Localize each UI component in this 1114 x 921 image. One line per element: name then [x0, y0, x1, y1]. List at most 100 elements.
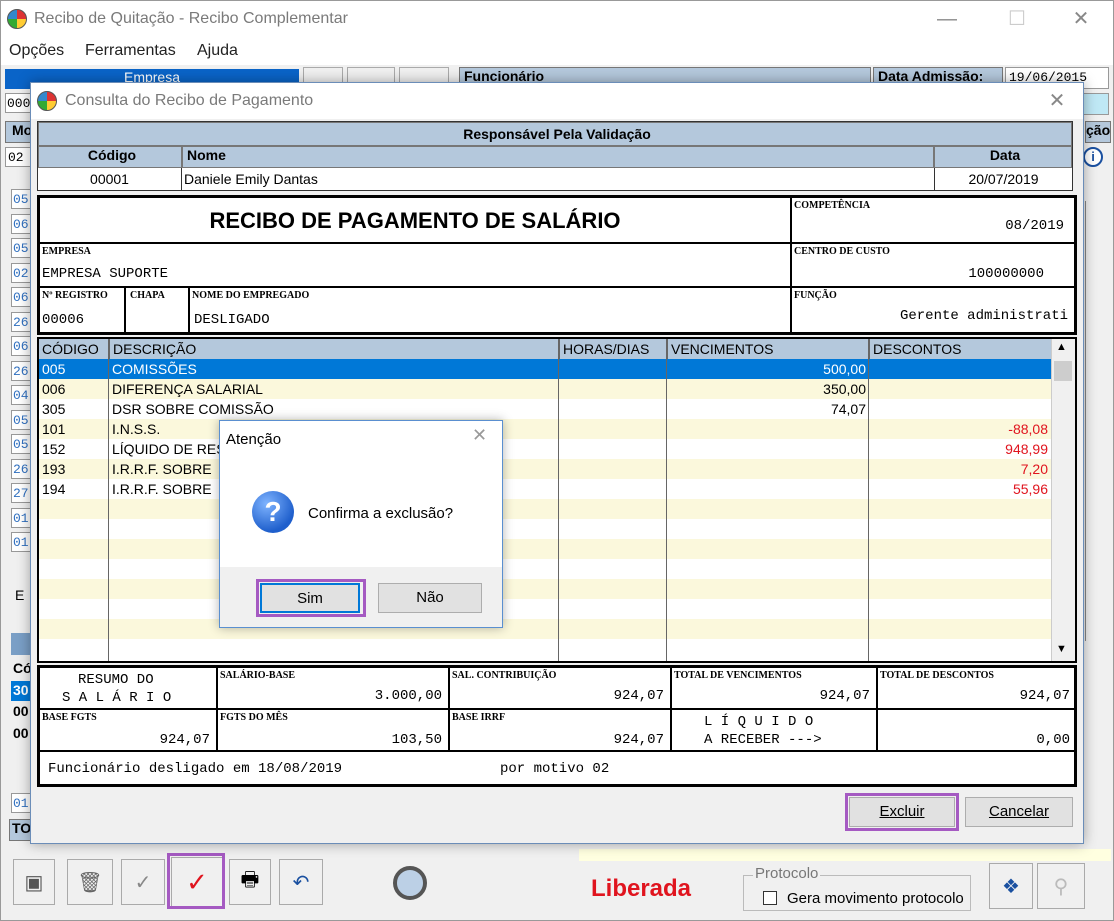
cell-codigo: 005 [42, 361, 66, 377]
save-icon[interactable]: ▣ [13, 859, 55, 905]
recibo-title-cell: RECIBO DE PAGAMENTO DE SALÁRIO [39, 197, 791, 243]
left-code-item[interactable]: 05 [11, 409, 31, 430]
table-row[interactable] [39, 619, 1051, 639]
liquido-label-1: L Í Q U I D O [704, 714, 814, 730]
magnifier-icon[interactable] [385, 859, 435, 907]
cell-descricao: COMISSÕES [112, 361, 197, 377]
grid-header-horas[interactable]: HORAS/DIAS [559, 339, 667, 359]
atencao-message: Confirma a exclusão? [308, 505, 454, 522]
status-liberada: Liberada [591, 875, 692, 902]
left-00b[interactable]: 00 [13, 725, 29, 741]
scroll-thumb[interactable] [1054, 361, 1072, 381]
table-row[interactable]: 006 DIFERENÇA SALARIAL 350,00 [39, 379, 1051, 399]
grid-header-codigo[interactable]: CÓDIGO [39, 339, 109, 359]
table-row[interactable] [39, 639, 1051, 659]
protocolo-label: Protocolo [753, 865, 821, 882]
base-fgts-value: 924,07 [159, 732, 210, 748]
cell-venc [667, 419, 869, 439]
table-row[interactable] [39, 559, 1051, 579]
lancamentos-grid[interactable]: CÓDIGO DESCRIÇÃO HORAS/DIAS VENCIMENTOS … [37, 337, 1077, 663]
table-row[interactable] [39, 499, 1051, 519]
print-icon[interactable]: 🖶 [229, 859, 271, 905]
left-code-item[interactable]: 06 [11, 213, 31, 234]
left-code-item[interactable]: 05 [11, 434, 31, 454]
total-vencimentos-value: 924,07 [819, 688, 870, 704]
gera-movimento-checkbox[interactable] [763, 891, 777, 905]
maximize-icon[interactable]: ☐ [997, 1, 1037, 37]
left-code-item[interactable]: 06 [11, 336, 31, 356]
menu-ferramentas[interactable]: Ferramentas [85, 42, 176, 60]
scroll-up-icon[interactable]: ▲ [1056, 341, 1067, 353]
base-fgts-label: BASE FGTS [42, 712, 97, 723]
left-code-item[interactable]: 01 [11, 532, 31, 552]
nao-button[interactable]: Não [378, 583, 482, 613]
menu-ajuda[interactable]: Ajuda [197, 42, 238, 60]
highlight-check-red [167, 853, 225, 909]
left-code-item[interactable]: 01 [11, 507, 31, 528]
grid-header-row: CÓDIGO DESCRIÇÃO HORAS/DIAS VENCIMENTOS … [39, 339, 1051, 359]
data-col-header: Data [934, 146, 1072, 168]
table-row[interactable] [39, 579, 1051, 599]
nome-empregado-cell: NOME DO EMPREGADO DESLIGADO [189, 287, 791, 333]
grid-header-descontos[interactable]: DESCONTOS [869, 339, 1051, 359]
left-01[interactable]: 01 [11, 793, 31, 813]
close-icon[interactable]: ✕ [1061, 1, 1101, 37]
left-02[interactable]: 02 [5, 147, 31, 167]
table-row[interactable]: 101 I.N.S.S. -88,08 [39, 419, 1051, 439]
left-code-top[interactable]: 000 [5, 93, 31, 113]
diamond-icon[interactable]: ❖ [989, 863, 1033, 909]
check-gray-icon[interactable]: ✓ [121, 859, 165, 905]
grid-scrollbar[interactable]: ▲ ▼ [1051, 339, 1075, 661]
menu-opcoes[interactable]: Opções [9, 42, 64, 60]
left-code-item[interactable]: 26 [11, 360, 31, 381]
table-row[interactable] [39, 519, 1051, 539]
left-mo-header: Mo [5, 121, 31, 143]
search-person-icon[interactable]: ⚲ [1037, 863, 1085, 909]
left-code-item[interactable]: 05 [11, 238, 31, 258]
cell-desc: -88,08 [1008, 421, 1048, 437]
salario-base-value: 3.000,00 [374, 688, 442, 704]
table-row[interactable]: 305 DSR SOBRE COMISSÃO 74,07 [39, 399, 1051, 419]
responsavel-header: Responsável Pela Validação [38, 122, 1072, 146]
left-30[interactable]: 30 [11, 681, 31, 701]
left-code-item[interactable]: 26 [11, 311, 31, 332]
table-row[interactable]: 005 COMISSÕES 500,00 [39, 359, 1051, 379]
cancelar-button[interactable]: Cancelar [965, 797, 1073, 827]
minimize-icon[interactable]: — [927, 1, 967, 37]
funcao-label: FUNÇÃO [794, 290, 837, 301]
scroll-down-icon[interactable]: ▼ [1056, 643, 1067, 655]
resumo-label-1: RESUMO DO [78, 672, 154, 688]
grid-header-vencimentos[interactable]: VENCIMENTOS [667, 339, 869, 359]
left-code-item[interactable]: 06 [11, 287, 31, 307]
left-code-item[interactable]: 04 [11, 385, 31, 405]
codigo-col-header: Código [38, 146, 182, 168]
info-icon[interactable]: i [1083, 147, 1103, 167]
atencao-close-icon[interactable]: ✕ [472, 425, 487, 446]
resumo-label-cell: RESUMO DO S A L Á R I O [39, 667, 217, 709]
table-row[interactable] [39, 599, 1051, 619]
base-irrf-value: 924,07 [613, 732, 664, 748]
grid-header-descricao[interactable]: DESCRIÇÃO [109, 339, 559, 359]
competencia-value: 08/2019 [1005, 218, 1064, 234]
table-row[interactable] [39, 539, 1051, 559]
table-row[interactable]: 193 I.R.R.F. SOBRE 7,20 [39, 459, 1051, 479]
trash-icon[interactable]: 🗑 [67, 859, 113, 905]
cell-codigo: 152 [42, 441, 66, 457]
base-irrf-cell: BASE IRRF 924,07 [449, 709, 671, 751]
cell-venc: 74,07 [830, 401, 866, 417]
left-code-item[interactable]: 27 [11, 483, 31, 503]
undo-icon[interactable]: ↶ [279, 859, 323, 905]
left-e-label: E [15, 587, 25, 603]
main-title-bar: Recibo de Quitação - Recibo Complementar… [1, 1, 1113, 37]
left-00a[interactable]: 00 [13, 703, 29, 719]
table-row[interactable]: 152 LÍQUIDO DE RES 948,99 [39, 439, 1051, 459]
left-code-item[interactable]: 05 [11, 189, 31, 209]
cell-codigo: 101 [42, 421, 66, 437]
cell-horas [559, 399, 667, 419]
left-code-item[interactable]: 26 [11, 458, 31, 479]
liquido-value: 0,00 [1036, 732, 1070, 748]
left-code-item[interactable]: 02 [11, 262, 31, 283]
consulta-close-icon[interactable]: ✕ [1037, 83, 1077, 119]
total-vencimentos-cell: TOTAL DE VENCIMENTOS 924,07 [671, 667, 877, 709]
table-row[interactable]: 194 I.R.R.F. SOBRE 55,96 [39, 479, 1051, 499]
